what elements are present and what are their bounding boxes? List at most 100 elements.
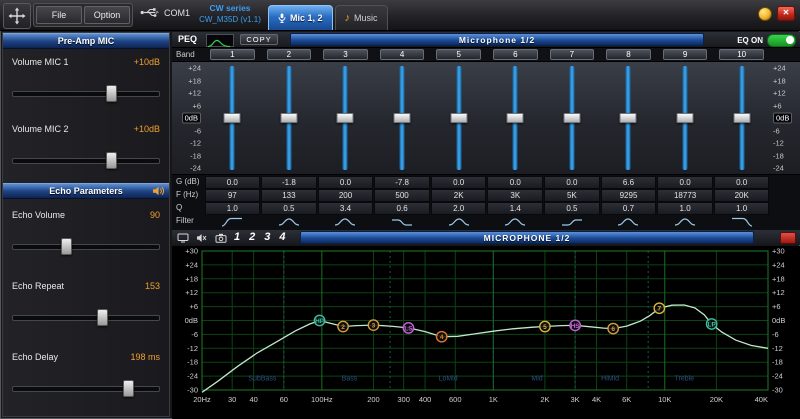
marker-4[interactable]: 4 (436, 332, 446, 342)
svg-text:3: 3 (372, 323, 376, 330)
eq-band-9-slider[interactable] (657, 62, 714, 174)
eq-band-7-slider[interactable] (544, 62, 601, 174)
eq-band-1-slider[interactable] (204, 62, 261, 174)
eq-band-10-handle[interactable] (733, 113, 750, 123)
filter-peak-icon[interactable] (487, 214, 544, 230)
eq-band-2-handle[interactable] (280, 113, 297, 123)
volume-mic-2-slider-track[interactable] (12, 158, 160, 164)
echo-delay-slider[interactable] (12, 381, 160, 395)
com-port-indicator[interactable]: COM1 (140, 7, 190, 18)
q-row: Q 1.00.53.40.62.01.40.50.71.01.0 (172, 201, 800, 214)
band-5-button[interactable]: 5 (436, 49, 481, 60)
filter-peak-icon[interactable] (600, 214, 657, 230)
volume-mic-2-slider-handle[interactable] (106, 152, 117, 169)
minimize-button[interactable] (758, 7, 772, 21)
freq-value-band-2: 133 (261, 189, 317, 202)
marker-hs[interactable]: HS (570, 320, 580, 330)
filter-peak-icon[interactable] (261, 214, 318, 230)
peq-curve-icon[interactable] (206, 34, 234, 47)
band-4-button[interactable]: 4 (380, 49, 425, 60)
toggle-knob (786, 36, 794, 44)
band-6-button[interactable]: 6 (493, 49, 538, 60)
tab-music-label: Music (354, 13, 378, 23)
preset-1-button[interactable]: 1 (234, 230, 240, 245)
band-3-button[interactable]: 3 (323, 49, 368, 60)
filter-lowshelf-icon[interactable] (374, 214, 431, 230)
eq-band-1-handle[interactable] (224, 113, 241, 123)
echo-repeat-slider[interactable] (12, 310, 160, 324)
eq-band-5-handle[interactable] (450, 113, 467, 123)
preset-2-button[interactable]: 2 (249, 230, 255, 245)
marker-6[interactable]: 6 (608, 323, 618, 333)
eq-scale-label: -18 (190, 151, 201, 160)
option-menu-button[interactable]: Option (84, 6, 130, 24)
x-tick-label: 600 (449, 395, 462, 404)
panel-close-button[interactable] (780, 232, 796, 244)
band-2-button[interactable]: 2 (267, 49, 312, 60)
eq-band-9-handle[interactable] (677, 113, 694, 123)
tab-music[interactable]: ♪ Music (335, 5, 388, 30)
gain-value-band-1: 0.0 (205, 176, 261, 189)
marker-5[interactable]: 5 (540, 321, 550, 331)
marker-3[interactable]: 3 (368, 320, 378, 330)
filter-highshelf-icon[interactable] (544, 214, 601, 230)
eq-band-3-handle[interactable] (337, 113, 354, 123)
preset-3-button[interactable]: 3 (264, 230, 270, 245)
band-10-button[interactable]: 10 (719, 49, 764, 60)
eq-band-3-slider[interactable] (317, 62, 374, 174)
filter-lowpass-icon[interactable] (713, 214, 770, 230)
echo-repeat-slider-handle[interactable] (97, 309, 108, 326)
eq-on-toggle[interactable] (767, 34, 796, 47)
copy-button[interactable]: COPY (240, 34, 278, 45)
echo-repeat-slider-track[interactable] (12, 315, 160, 321)
y-tick-label: +6 (772, 302, 781, 311)
eq-band-8-slider[interactable] (600, 62, 657, 174)
eq-band-2-slider[interactable] (261, 62, 318, 174)
file-menu-button[interactable]: File (36, 6, 82, 24)
band-7-button[interactable]: 7 (550, 49, 595, 60)
eq-band-7-handle[interactable] (563, 113, 580, 123)
close-button[interactable]: ✕ (777, 6, 795, 21)
marker-7[interactable]: 7 (654, 303, 664, 313)
echo-delay-slider-track[interactable] (12, 386, 160, 392)
echo-delay-slider-handle[interactable] (123, 380, 134, 397)
preset-4-button[interactable]: 4 (279, 230, 285, 245)
filter-peak-icon[interactable] (317, 214, 374, 230)
app-window: File Option COM1 CW series CW_M35D (v1.1… (0, 0, 800, 419)
eq-band-6-handle[interactable] (507, 113, 524, 123)
eq-band-10-slider[interactable] (713, 62, 770, 174)
speaker-mute-icon[interactable] (195, 232, 208, 243)
camera-icon[interactable] (214, 232, 227, 243)
echo-volume-slider-track[interactable] (12, 244, 160, 250)
move-handle[interactable] (3, 3, 31, 29)
filter-peak-icon[interactable] (430, 214, 487, 230)
x-tick-label: 3K (571, 395, 580, 404)
echo-volume-slider-handle[interactable] (61, 238, 72, 255)
marker-lp[interactable]: LP (706, 319, 716, 329)
eq-band-5-slider[interactable] (430, 62, 487, 174)
band-8-button[interactable]: 8 (606, 49, 651, 60)
filter-peak-icon[interactable] (657, 214, 714, 230)
echo-volume-slider[interactable] (12, 239, 160, 253)
region-label-subbass: SubBass (248, 376, 277, 383)
q-value-band-9: 1.0 (657, 202, 713, 215)
y-tick-label: -6 (191, 330, 198, 339)
volume-mic-1-slider-handle[interactable] (106, 85, 117, 102)
marker-hp[interactable]: HP (314, 315, 324, 325)
y-tick-label: +24 (772, 260, 785, 269)
eq-band-4-slider[interactable] (374, 62, 431, 174)
volume-mic-2-slider[interactable] (12, 153, 160, 167)
eq-band-8-handle[interactable] (620, 113, 637, 123)
eq-band-4-handle[interactable] (394, 113, 411, 123)
eq-band-6-slider[interactable] (487, 62, 544, 174)
volume-mic-1-slider-track[interactable] (12, 91, 160, 97)
filter-highpass-icon[interactable] (204, 214, 261, 230)
display-icon[interactable] (176, 232, 189, 243)
band-1-button[interactable]: 1 (210, 49, 255, 60)
marker-2[interactable]: 2 (338, 321, 348, 331)
marker-ls[interactable]: LS (403, 323, 413, 333)
band-9-button[interactable]: 9 (663, 49, 708, 60)
tab-mic-1-2[interactable]: Mic 1, 2 (268, 5, 333, 30)
echo-body: Echo Volume90Echo Repeat153Echo Delay198… (3, 199, 169, 412)
volume-mic-1-slider[interactable] (12, 86, 160, 100)
